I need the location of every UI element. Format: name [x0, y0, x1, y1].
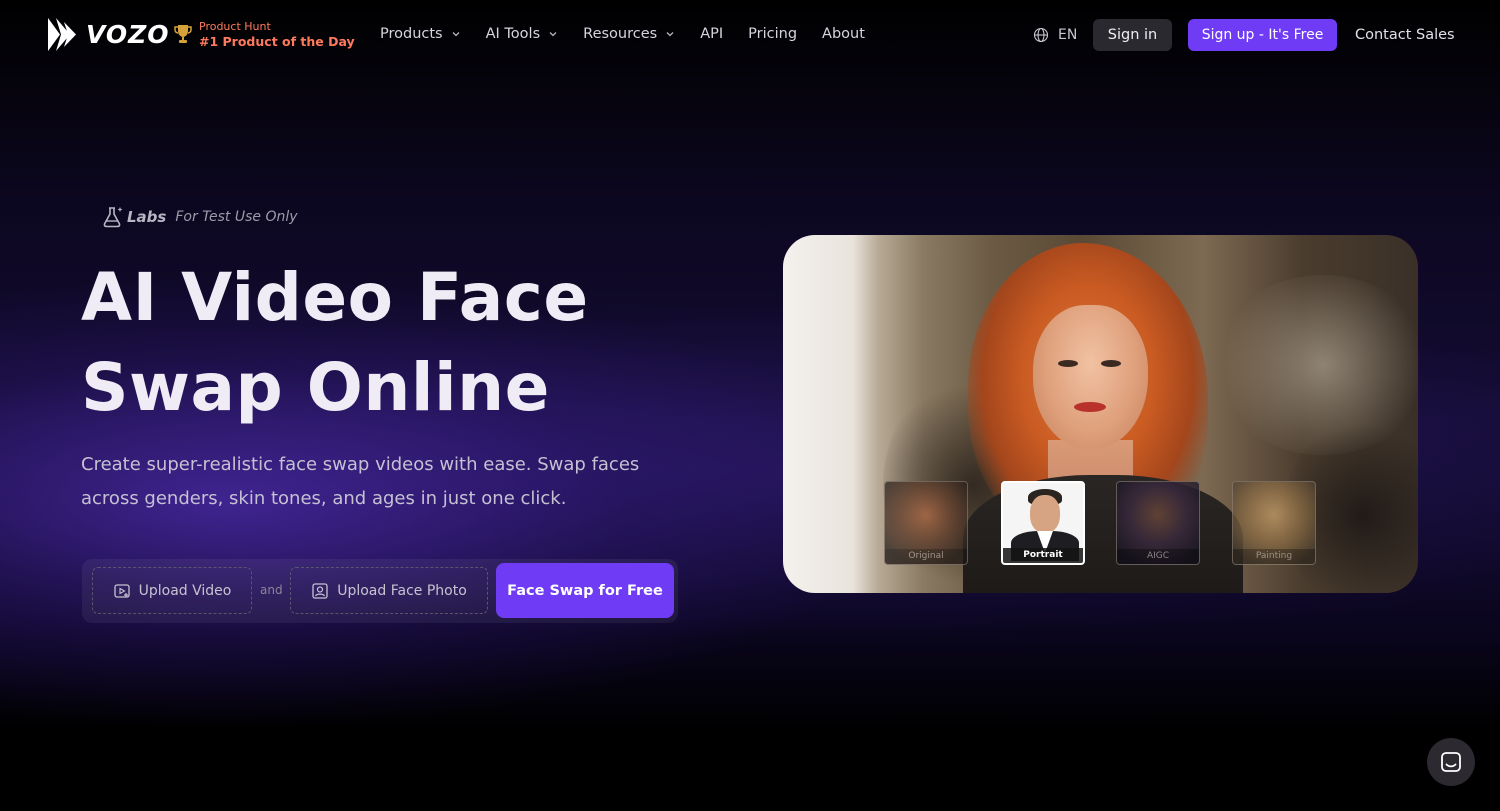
- brand-name: VOZO: [86, 20, 170, 49]
- chevron-down-icon: [666, 32, 674, 37]
- style-thumbnails: Original Portrait AIGC Painting: [884, 481, 1316, 565]
- thumbnail-caption: Original: [885, 549, 967, 564]
- sign-up-button[interactable]: Sign up - It's Free: [1188, 19, 1337, 51]
- globe-icon: [1033, 27, 1049, 43]
- thumbnail-original[interactable]: Original: [884, 481, 968, 565]
- chevron-down-icon: [452, 32, 460, 37]
- chat-icon: [1441, 752, 1461, 772]
- upload-bar: Upload Video and Upload Face Photo Face …: [82, 559, 678, 623]
- flask-icon: [103, 207, 123, 228]
- main-menu: Products AI Tools Resources API Pricing …: [380, 26, 890, 42]
- nav-resources-label: Resources: [583, 26, 658, 42]
- labs-label: Labs: [127, 208, 167, 226]
- upload-video-label: Upload Video: [138, 582, 232, 599]
- thumbnail-caption: AIGC: [1117, 549, 1199, 564]
- thumbnail-painting[interactable]: Painting: [1232, 481, 1316, 565]
- subject-eye-left: [1058, 360, 1078, 367]
- portrait-head: [1030, 495, 1060, 533]
- chat-launcher-button[interactable]: [1427, 738, 1475, 786]
- labs-badge: Labs For Test Use Only: [101, 205, 298, 229]
- sign-in-button[interactable]: Sign in: [1093, 19, 1172, 51]
- nav-pricing[interactable]: Pricing: [748, 26, 797, 42]
- language-selector[interactable]: EN: [1033, 27, 1077, 43]
- nav-api-label: API: [700, 26, 724, 42]
- product-hunt-badge[interactable]: Product Hunt #1 Product of the Day: [174, 21, 355, 49]
- and-text: and: [260, 583, 283, 597]
- hero-title-line2: Swap Online: [81, 349, 550, 426]
- chevron-down-icon: [549, 32, 557, 37]
- nav-products[interactable]: Products: [380, 26, 461, 42]
- subject-eye-right: [1101, 360, 1121, 367]
- nav-ai-tools-label: AI Tools: [485, 26, 541, 42]
- brand-logo[interactable]: VOZO: [48, 18, 170, 51]
- nav-products-label: Products: [380, 26, 443, 42]
- thumbnail-caption: Painting: [1233, 549, 1315, 564]
- top-nav: VOZO Product Hunt #1 Product of the Day …: [0, 0, 1500, 70]
- trophy-icon: [174, 25, 192, 43]
- nav-ai-tools[interactable]: AI Tools: [486, 26, 559, 42]
- subject-lips: [1074, 402, 1106, 412]
- upload-face-photo-label: Upload Face Photo: [337, 582, 467, 599]
- upload-video-button[interactable]: Upload Video: [92, 567, 252, 614]
- subject-face: [1033, 305, 1148, 450]
- face-swap-button[interactable]: Face Swap for Free: [496, 563, 674, 618]
- nav-about[interactable]: About: [822, 26, 865, 42]
- nav-resources[interactable]: Resources: [583, 26, 675, 42]
- hero-title-line1: AI Video Face: [81, 259, 589, 336]
- product-hunt-award: #1 Product of the Day: [199, 34, 355, 49]
- preview-image: Original Portrait AIGC Painting: [783, 235, 1418, 593]
- nav-about-label: About: [822, 26, 865, 42]
- upload-face-photo-button[interactable]: Upload Face Photo: [290, 567, 488, 614]
- face-upload-icon: [312, 582, 328, 599]
- thumbnail-aigc[interactable]: AIGC: [1116, 481, 1200, 565]
- contact-sales-link[interactable]: Contact Sales: [1355, 27, 1455, 43]
- thumbnail-caption: Portrait: [1003, 548, 1083, 563]
- vozo-logo-icon: [48, 18, 76, 51]
- product-hunt-label: Product Hunt: [199, 20, 271, 33]
- hero-title: AI Video Face Swap Online: [81, 253, 589, 433]
- hero-description: Create super-realistic face swap videos …: [81, 454, 640, 509]
- labs-note: For Test Use Only: [175, 209, 298, 225]
- language-label: EN: [1058, 27, 1078, 43]
- thumbnail-portrait[interactable]: Portrait: [1001, 481, 1085, 565]
- video-upload-icon: [113, 583, 130, 598]
- nav-api[interactable]: API: [700, 26, 723, 42]
- nav-pricing-label: Pricing: [748, 26, 798, 42]
